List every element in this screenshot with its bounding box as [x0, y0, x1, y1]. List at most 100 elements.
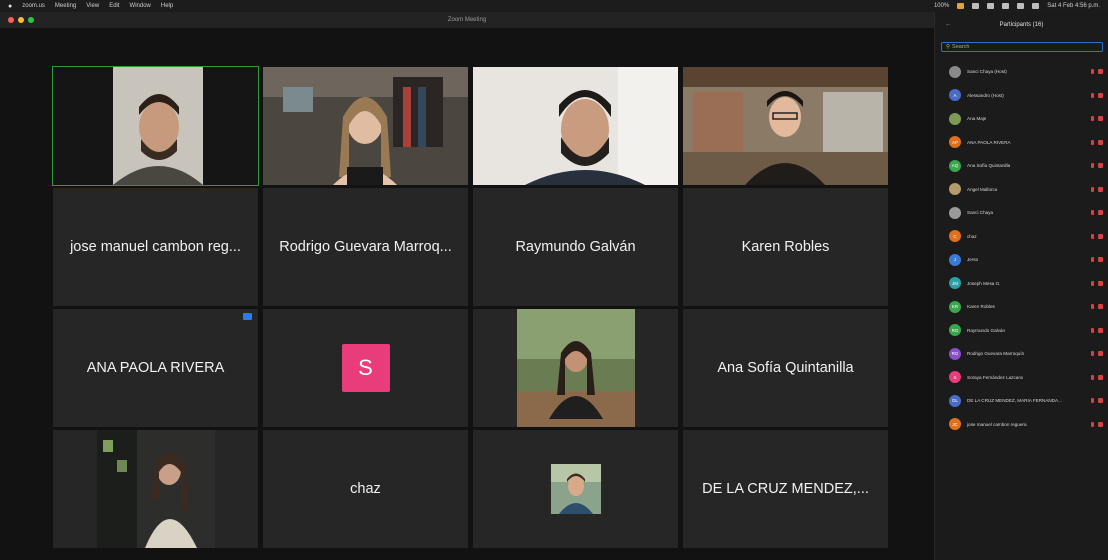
video-tile[interactable]: [473, 67, 678, 185]
participant-photo: [517, 309, 635, 427]
participant-tile[interactable]: S: [263, 309, 468, 427]
participant-initial-avatar: S: [341, 344, 390, 392]
video-off-icon: [1098, 210, 1103, 215]
video-off-icon: [1098, 186, 1103, 192]
battery-icon[interactable]: [1017, 3, 1025, 9]
participant-row[interactable]: Sanci Chaya: [935, 201, 1108, 225]
participant-avatar: C: [949, 230, 961, 243]
participants-title: Participants (16): [999, 22, 1044, 28]
participant-tile[interactable]: Rodrigo Guevara Marroq...: [263, 188, 468, 306]
participant-tile[interactable]: DE LA CRUZ MENDEZ,...: [683, 430, 888, 548]
participant-tile[interactable]: Ana Sofía Quintanilla: [683, 309, 888, 427]
apple-icon[interactable]: ●: [8, 3, 12, 10]
participant-row[interactable]: J Jerso: [935, 248, 1108, 272]
participant-tile[interactable]: ANA PAOLA RIVERA: [53, 309, 258, 427]
muted-mic-icon: [1091, 139, 1094, 145]
participant-avatar: AQ: [949, 159, 961, 172]
video-off-icon: [1098, 257, 1103, 262]
video-off-icon: [1098, 69, 1103, 74]
video-off-icon: [1098, 374, 1103, 380]
participant-list-name: chaz: [967, 233, 977, 239]
video-off-icon: [1098, 280, 1103, 286]
participant-row[interactable]: RG Raymundo Galván: [935, 319, 1108, 343]
menu-item-edit[interactable]: Edit: [109, 3, 119, 9]
participant-avatar: JC: [949, 418, 961, 431]
participant-avatar: RG: [949, 347, 961, 360]
menu-item-window[interactable]: Window: [130, 3, 151, 9]
participant-row[interactable]: JM Joseph Mesa G.: [935, 272, 1108, 296]
muted-mic-icon: [1091, 257, 1094, 262]
clock[interactable]: Sat 4 Feb 4:56 p.m.: [1047, 3, 1100, 9]
participant-tile[interactable]: Raymundo Galván: [473, 188, 678, 306]
status-icon[interactable]: [972, 3, 980, 9]
search-icon[interactable]: [1032, 3, 1040, 9]
participant-list-name: Jerso: [967, 257, 979, 263]
participant-list-name: Alessandro (Host): [967, 92, 1004, 98]
muted-mic-icon: [1091, 398, 1094, 403]
video-off-icon: [1098, 163, 1103, 168]
participant-name: ANA PAOLA RIVERA: [86, 360, 225, 376]
video-off-icon: [1098, 351, 1103, 356]
participant-row[interactable]: KR Karen Robles: [935, 295, 1108, 319]
search-placeholder: Search: [952, 44, 970, 50]
video-off-icon: [1098, 327, 1103, 333]
status-icon[interactable]: [987, 3, 995, 9]
participant-row[interactable]: AP ANA PAOLA RIVERA: [935, 131, 1108, 155]
participant-row[interactable]: DL DE LA CRUZ MENDEZ, MARIA FERNANDA...: [935, 389, 1108, 413]
participant-list-name: Ana Maje: [967, 116, 987, 122]
muted-mic-icon: [1091, 210, 1094, 215]
participant-row[interactable]: AQ Ana Sofía Quintanilla: [935, 154, 1108, 178]
muted-mic-icon: [1091, 116, 1094, 121]
menu-item-help[interactable]: Help: [161, 3, 173, 9]
muted-mic-icon: [1091, 163, 1094, 168]
participant-tile[interactable]: chaz: [263, 430, 468, 548]
participant-row[interactable]: Sanci Chaya (Host): [935, 60, 1108, 84]
participant-list-name: ANA PAOLA RIVERA: [967, 139, 1011, 145]
participant-list-name: jose manuel cambon reguera: [967, 421, 1027, 427]
muted-mic-icon: [1091, 304, 1094, 309]
video-tile[interactable]: [263, 67, 468, 185]
participant-row[interactable]: JC jose manuel cambon reguera: [935, 413, 1108, 437]
wifi-icon[interactable]: [1002, 3, 1010, 9]
gallery-view: jose manuel cambon reg... Rodrigo Guevar…: [0, 28, 934, 560]
participants-search-input[interactable]: ⚲ Search: [941, 42, 1103, 52]
participant-avatar: [949, 183, 961, 196]
participant-list-name: Joseph Mesa G.: [967, 280, 1001, 286]
participant-name: Ana Sofía Quintanilla: [717, 360, 854, 376]
participant-row[interactable]: RG Rodrigo Guevara Marroquín: [935, 342, 1108, 366]
participant-row[interactable]: A Alessandro (Host): [935, 84, 1108, 108]
participant-video: [53, 67, 258, 185]
video-tile[interactable]: [683, 67, 888, 185]
collapse-panel-icon[interactable]: ←: [945, 21, 952, 28]
zoom-level: 100%: [933, 3, 950, 9]
muted-mic-icon: [1091, 92, 1094, 98]
menu-item-view[interactable]: View: [86, 3, 99, 9]
window-titlebar: Zoom Meeting: [0, 12, 934, 28]
participant-tile[interactable]: Karen Robles: [683, 188, 888, 306]
participant-list-name: Raymundo Galván: [967, 327, 1006, 333]
participant-video: [263, 67, 468, 185]
status-icon[interactable]: [957, 3, 965, 9]
mac-menu-bar: ● zoom.us Meeting View Edit Window Help …: [0, 0, 1108, 12]
participant-list-name: Sanci Chaya (Host): [967, 69, 1007, 75]
muted-mic-icon: [1091, 351, 1094, 356]
participant-row[interactable]: Angel Mallorca: [935, 178, 1108, 202]
menu-item-app[interactable]: zoom.us: [22, 3, 45, 9]
participant-tile[interactable]: [473, 309, 678, 427]
participant-row[interactable]: S Soraya Fernández Lazcano: [935, 366, 1108, 390]
participant-avatar: J: [949, 253, 961, 266]
video-off-icon: [1098, 92, 1103, 98]
participant-tile[interactable]: jose manuel cambon reg...: [53, 188, 258, 306]
participant-tile[interactable]: [473, 430, 678, 548]
participant-tile[interactable]: [53, 430, 258, 548]
video-tile[interactable]: [52, 66, 259, 186]
video-off-icon: [1098, 421, 1103, 427]
menu-item-meeting[interactable]: Meeting: [55, 3, 76, 9]
participant-list-name: Rodrigo Guevara Marroquín: [967, 351, 1025, 357]
participant-avatar: A: [949, 89, 961, 102]
participant-avatar: JM: [949, 277, 961, 290]
participant-video: [473, 67, 678, 185]
participant-row[interactable]: Cchaz: [935, 225, 1108, 249]
participants-header: ← Participants (16): [935, 12, 1108, 38]
participant-row[interactable]: Ana Maje: [935, 107, 1108, 131]
